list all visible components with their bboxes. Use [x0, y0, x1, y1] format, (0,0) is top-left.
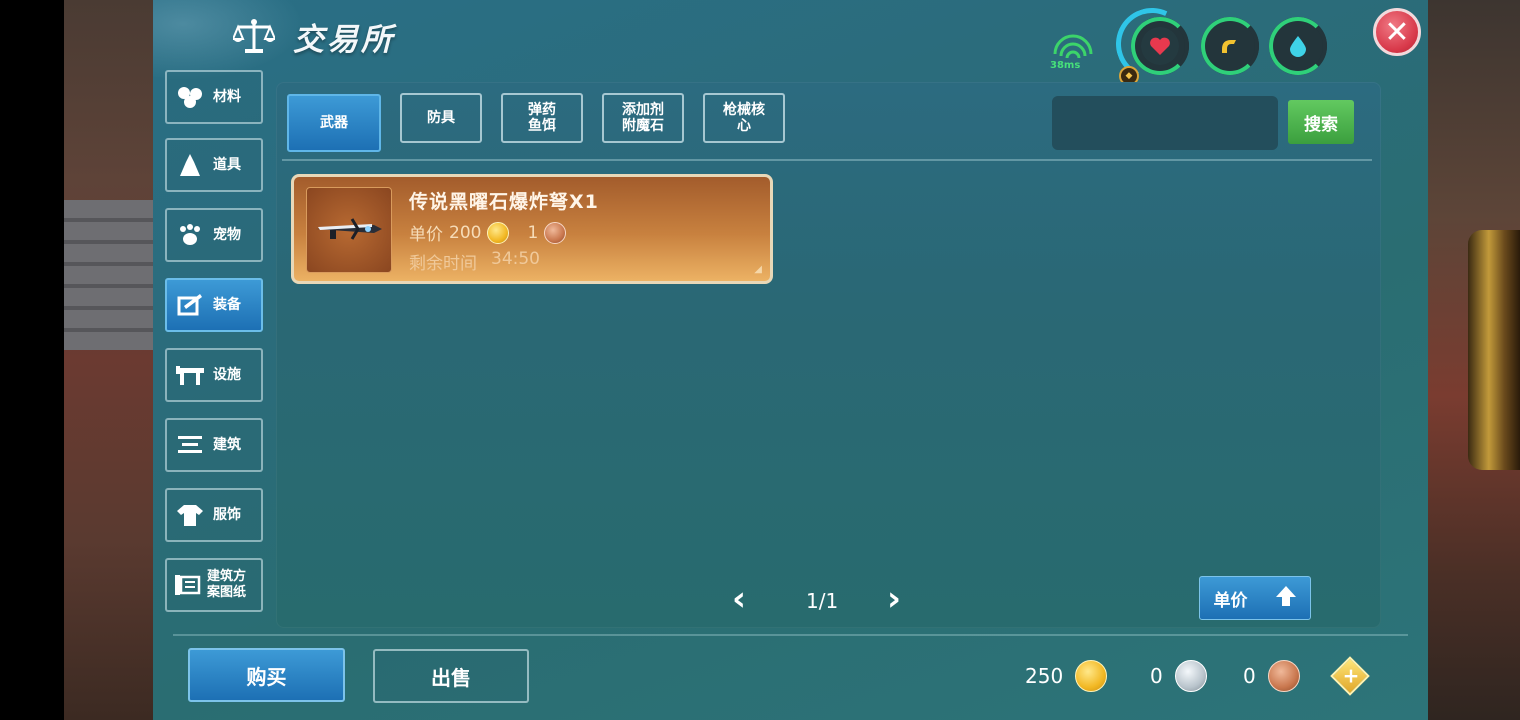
sidebar-item-tools[interactable]: 道具	[165, 138, 263, 192]
materials-icon	[167, 85, 213, 109]
paw-icon	[167, 223, 213, 247]
statue-decoration	[1468, 230, 1520, 470]
page-title: 交易所	[293, 22, 395, 58]
sort-label: 单价	[1213, 590, 1248, 611]
tab-label: 弹药 鱼饵	[528, 102, 556, 134]
bronze-amount: 0	[1243, 664, 1256, 688]
listing-card[interactable]: 传说黑曜石爆炸弩X1 单价 200 1 剩余时间 34:50 ◢	[291, 174, 773, 284]
tab-label: 添加剂 附魔石	[622, 102, 664, 134]
time-label: 剩余时间	[409, 254, 477, 274]
bronze-coin-icon	[1267, 660, 1300, 692]
silver-coin-icon	[1174, 660, 1207, 692]
bronze-balance: 0	[1243, 660, 1300, 692]
time-remaining: 34:50	[491, 249, 540, 269]
sidebar-item-blueprints[interactable]: 建筑方 案图纸	[165, 558, 263, 612]
gold-balance: 250	[1025, 660, 1108, 692]
sidebar-item-equipment[interactable]: 装备	[165, 278, 263, 332]
item-name: 传说黑曜石爆炸弩X1	[409, 191, 599, 213]
tab-label: 武器	[320, 115, 348, 131]
plus-icon: +	[1342, 663, 1360, 688]
crossbow-icon	[312, 213, 386, 247]
divider	[173, 634, 1408, 636]
sell-button[interactable]: 出售	[373, 649, 529, 703]
sidebar-item-clothing[interactable]: 服饰	[165, 488, 263, 542]
item-thumbnail	[306, 187, 392, 273]
sidebar-item-label: 装备	[213, 297, 241, 313]
gold-coin-icon	[1075, 660, 1108, 692]
tool-icon	[167, 152, 213, 178]
sidebar-item-label: 建筑	[213, 437, 241, 453]
chevron-left-icon: ‹	[732, 579, 747, 619]
hunger-stat	[1201, 17, 1259, 75]
ping-readout: 38ms	[1050, 60, 1081, 71]
tab-weapons[interactable]: 武器	[287, 94, 381, 152]
game-background-left	[64, 0, 154, 720]
tab-label: 枪械核 心	[723, 102, 765, 134]
water-stat	[1269, 17, 1327, 75]
next-page-button[interactable]: ›	[887, 582, 901, 616]
buy-button[interactable]: 购买	[188, 648, 345, 702]
add-currency-button[interactable]: +	[1330, 656, 1370, 696]
page-indicator: 1/1	[806, 589, 839, 613]
chevron-right-icon: ›	[887, 579, 902, 619]
gold-amount: 250	[1025, 664, 1064, 688]
tab-additives[interactable]: 添加剂 附魔石	[602, 93, 684, 143]
sidebar-item-label: 道具	[213, 157, 241, 173]
bronze-coin-icon	[544, 221, 567, 244]
corner-mark-icon: ◢	[754, 264, 762, 275]
tab-ammo-bait[interactable]: 弹药 鱼饵	[501, 93, 583, 143]
tab-armor[interactable]: 防具	[400, 93, 482, 143]
sidebar-item-label: 设施	[213, 367, 241, 383]
equipment-icon	[167, 292, 213, 318]
game-background-right	[1428, 0, 1520, 720]
sidebar-item-buildings[interactable]: 建筑	[165, 418, 263, 472]
silver-balance: 0	[1150, 660, 1207, 692]
sidebar-item-label: 材料	[213, 89, 241, 105]
sidebar-item-materials[interactable]: 材料	[165, 70, 263, 124]
price-gold-value: 200	[449, 222, 482, 243]
prev-page-button[interactable]: ‹	[732, 582, 746, 616]
close-button[interactable]: ✕	[1373, 8, 1421, 56]
sidebar-item-label: 服饰	[213, 507, 241, 523]
sidebar-item-facilities[interactable]: 设施	[165, 348, 263, 402]
gold-coin-icon	[487, 221, 510, 244]
sidebar-item-pets[interactable]: 宠物	[165, 208, 263, 262]
sort-arrow-up-icon	[1275, 584, 1297, 613]
exchange-panel: 交易所 38ms ◆ ✕ 材料 道具 宠物 装备 设施 建筑 服饰 建筑方 案图…	[153, 0, 1428, 720]
health-stat	[1131, 17, 1189, 75]
leaf-decoration	[153, 0, 303, 80]
tab-label: 防具	[427, 110, 455, 126]
search-input[interactable]	[1052, 96, 1278, 150]
listing-area: 武器 防具 弹药 鱼饵 添加剂 附魔石 枪械核 心 搜索 传说黑曜石爆炸弩X1 …	[276, 82, 1381, 628]
sidebar-item-label: 建筑方 案图纸	[207, 569, 247, 600]
sort-by-price-button[interactable]: 单价	[1199, 576, 1311, 620]
sidebar-item-label: 宠物	[213, 227, 241, 243]
search-button[interactable]: 搜索	[1288, 100, 1354, 144]
tab-gun-core[interactable]: 枪械核 心	[703, 93, 785, 143]
clothing-icon	[167, 503, 213, 527]
item-time: 剩余时间 34:50	[409, 249, 540, 274]
item-price: 单价 200 1	[409, 220, 567, 245]
price-bronze-value: 1	[527, 222, 539, 243]
price-label: 单价	[409, 225, 443, 245]
facility-icon	[167, 364, 213, 386]
scales-icon	[231, 13, 277, 59]
blueprint-icon	[167, 572, 207, 598]
silver-amount: 0	[1150, 664, 1163, 688]
divider	[282, 159, 1372, 161]
close-icon: ✕	[1384, 14, 1410, 50]
building-icon	[167, 434, 213, 456]
